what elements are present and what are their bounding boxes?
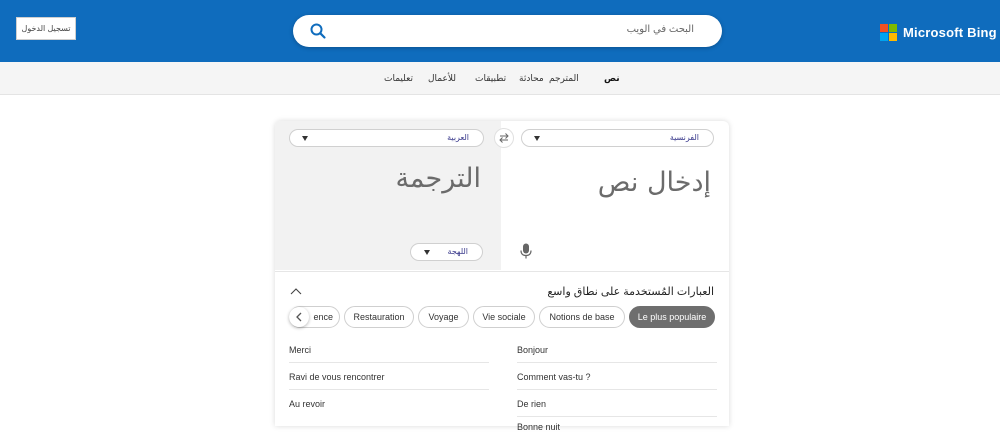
nav-item-translator[interactable]: المترجم <box>549 73 579 84</box>
divider <box>517 416 717 417</box>
nav-item-apps[interactable]: تطبيقات <box>475 73 506 84</box>
dialect-select[interactable]: اللهجة <box>410 243 483 261</box>
category-chip[interactable]: Notions de base <box>539 306 625 328</box>
phrase-item[interactable]: Bonjour <box>517 345 548 355</box>
swap-icon <box>499 133 509 143</box>
chevron-left-icon <box>296 312 302 322</box>
search-box[interactable]: البحث في الويب <box>293 15 722 47</box>
divider <box>289 389 489 390</box>
category-chip[interactable]: Vie sociale <box>473 306 535 328</box>
category-chip[interactable]: Restauration <box>344 306 414 328</box>
phrase-item[interactable]: Ravi de vous rencontrer <box>289 372 385 382</box>
phrase-item[interactable]: Bonne nuit <box>517 422 560 432</box>
brand-name: Microsoft Bing <box>903 25 997 40</box>
chevron-up-icon[interactable] <box>290 287 302 295</box>
chevron-down-icon <box>302 136 308 141</box>
chips-prev-button[interactable] <box>289 307 309 327</box>
microphone-icon[interactable] <box>520 243 532 259</box>
nav-item-help[interactable]: تعليمات <box>384 73 413 84</box>
category-chip-selected[interactable]: Le plus populaire <box>629 306 715 328</box>
category-chip[interactable]: Voyage <box>418 306 469 328</box>
search-input[interactable]: البحث في الويب <box>627 24 694 35</box>
search-icon[interactable] <box>309 22 327 40</box>
microsoft-logo-icon <box>880 24 897 41</box>
swap-languages-button[interactable] <box>494 128 514 148</box>
target-language-select[interactable]: العربية <box>289 129 484 147</box>
sign-in-button[interactable]: تسجيل الدخول <box>16 17 76 40</box>
divider <box>517 389 717 390</box>
source-text-input[interactable]: إدخال نص <box>598 167 711 198</box>
top-bar: تسجيل الدخول البحث في الويب Microsoft Bi… <box>0 0 1000 62</box>
chevron-down-icon <box>534 136 540 141</box>
sub-navigation: نص المترجم محادثة تطبيقات للأعمال تعليما… <box>0 62 1000 95</box>
phrase-item[interactable]: Au revoir <box>289 399 325 409</box>
nav-item-text[interactable]: نص <box>604 73 620 84</box>
phrase-item[interactable]: De rien <box>517 399 546 409</box>
bing-logo[interactable]: Microsoft Bing <box>880 24 997 41</box>
phrases-title: العبارات المُستخدمة على نطاق واسع <box>547 286 714 298</box>
nav-item-business[interactable]: للأعمال <box>428 73 456 84</box>
output-pane: العربية الترجمة اللهجة <box>275 121 501 270</box>
divider <box>517 362 717 363</box>
translator-card: العربية الترجمة اللهجة الفرنسية إدخال نص… <box>275 121 729 432</box>
phrase-item[interactable]: Comment vas-tu ? <box>517 372 591 382</box>
divider <box>289 362 489 363</box>
chevron-down-icon <box>424 250 430 255</box>
nav-item-conversation[interactable]: محادثة <box>519 73 544 84</box>
common-phrases-section: العبارات المُستخدمة على نطاق واسع ence R… <box>275 271 729 432</box>
translation-output: الترجمة <box>395 163 481 194</box>
phrase-item[interactable]: Merci <box>289 345 311 355</box>
source-language-select[interactable]: الفرنسية <box>521 129 714 147</box>
